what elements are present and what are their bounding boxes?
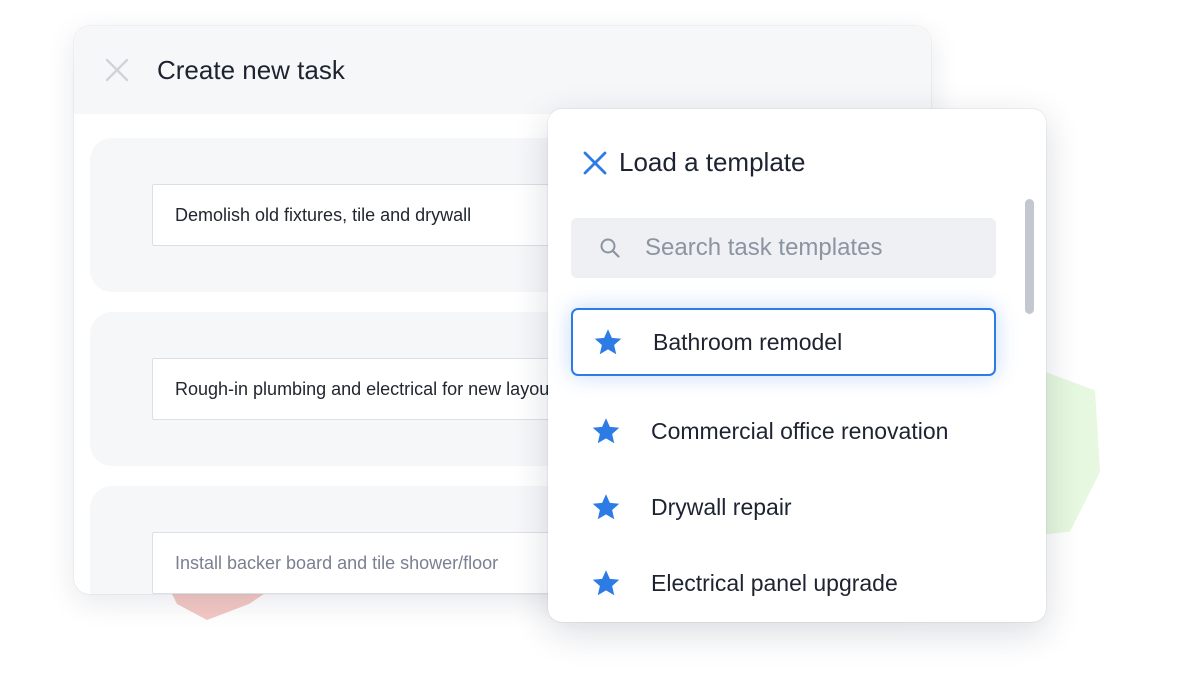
dialog-title: Create new task [157,54,345,85]
search-input[interactable] [645,234,965,262]
dialog-header: Load a template [582,147,805,178]
star-icon [591,416,621,446]
scrollbar[interactable] [1025,199,1034,314]
template-label: Electrical panel upgrade [651,569,898,596]
search-icon [599,237,621,259]
task-input[interactable]: Install backer board and tile shower/flo… [152,532,592,594]
star-icon [593,327,623,357]
load-template-dialog: Load a template Bathroom remodel Commerc… [548,109,1046,622]
template-label: Commercial office renovation [651,417,949,444]
task-input[interactable]: Demolish old fixtures, tile and drywall [152,184,592,246]
template-label: Drywall repair [651,493,792,520]
template-item[interactable]: Commercial office renovation [571,397,996,465]
star-icon [591,492,621,522]
dialog-title: Load a template [619,147,806,177]
close-icon[interactable] [104,57,130,83]
page: Create new task Demolish old fixtures, t… [0,0,1200,688]
star-icon [591,568,621,598]
search-field[interactable] [571,218,996,278]
dialog-header: Create new task [74,26,931,114]
template-item[interactable]: Electrical panel upgrade [571,549,996,617]
template-item[interactable]: Drywall repair [571,473,996,541]
template-label: Bathroom remodel [653,328,843,355]
task-input[interactable]: Rough-in plumbing and electrical for new… [152,358,592,420]
close-icon[interactable] [582,150,608,176]
template-item[interactable]: Bathroom remodel [571,308,996,376]
